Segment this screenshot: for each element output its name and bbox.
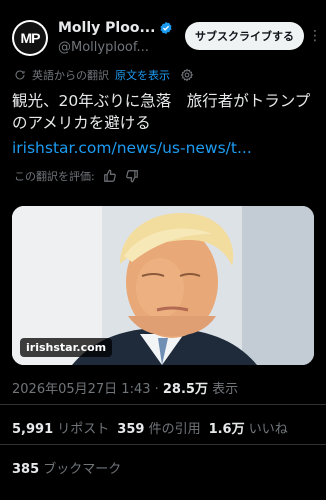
thumbs-up-icon[interactable] — [103, 169, 117, 183]
translation-bar: 英語からの翻訳 原文を表示 — [14, 67, 194, 83]
quotes-stat[interactable]: 359 件の引用 — [117, 418, 200, 437]
bookmarks-label: ブックマーク — [43, 462, 122, 477]
reposts-stat[interactable]: 5,991 リポスト — [12, 418, 109, 437]
tweet-text: 観光、20年ぶりに急落 旅行者がトランプのアメリカを避ける — [12, 92, 311, 132]
rate-translation-row: この翻訳を評価: — [14, 168, 139, 184]
views-count: 28.5万 — [162, 382, 208, 397]
tweet-meta: 2026年05月27日 1:43 · 28.5万 表示 — [12, 378, 238, 397]
tweet-header: MP Molly Ploo... @Mollyploof... サブスクライブす… — [12, 16, 322, 64]
divider — [0, 444, 326, 445]
avatar[interactable]: MP — [12, 20, 48, 56]
quotes-label: 件の引用 — [148, 422, 201, 437]
quotes-count: 359 — [117, 422, 145, 437]
likes-label: いいね — [248, 422, 288, 437]
reposts-label: リポスト — [57, 422, 110, 437]
tweet-link[interactable]: irishstar.com/news/us-news/t... — [12, 139, 252, 157]
tweet-image[interactable]: irishstar.com — [12, 206, 314, 365]
views-label: 表示 — [207, 382, 239, 397]
display-name[interactable]: Molly Ploo... — [58, 20, 155, 36]
thumbs-down-icon[interactable] — [125, 169, 139, 183]
engagement-stats: 5,991 リポスト 359 件の引用 1.6万 いいね — [12, 418, 288, 437]
reposts-count: 5,991 — [12, 422, 54, 437]
more-options-icon[interactable]: ⋮ — [308, 22, 322, 50]
author-name-row[interactable]: Molly Ploo... — [58, 20, 173, 36]
translation-source-label: 英語からの翻訳 — [32, 69, 109, 82]
subscribe-button[interactable]: サブスクライブする — [185, 22, 304, 50]
tweet-timestamp[interactable]: 2026年05月27日 1:43 · — [12, 382, 163, 397]
divider — [0, 404, 326, 405]
gear-icon[interactable] — [180, 68, 194, 82]
bookmarks-count: 385 — [12, 462, 40, 477]
bookmarks-stat[interactable]: 385 ブックマーク — [12, 458, 121, 477]
media-source-label: irishstar.com — [20, 338, 113, 357]
rate-translation-label: この翻訳を評価: — [14, 170, 95, 183]
avatar-initials: MP — [14, 22, 46, 54]
translate-icon — [15, 70, 25, 80]
likes-stat[interactable]: 1.6万 いいね — [209, 418, 288, 437]
show-original-link[interactable]: 原文を表示 — [115, 67, 170, 83]
verified-badge-icon — [160, 21, 172, 35]
user-handle[interactable]: @Mollyploof... — [58, 40, 149, 55]
likes-count: 1.6万 — [208, 422, 245, 437]
